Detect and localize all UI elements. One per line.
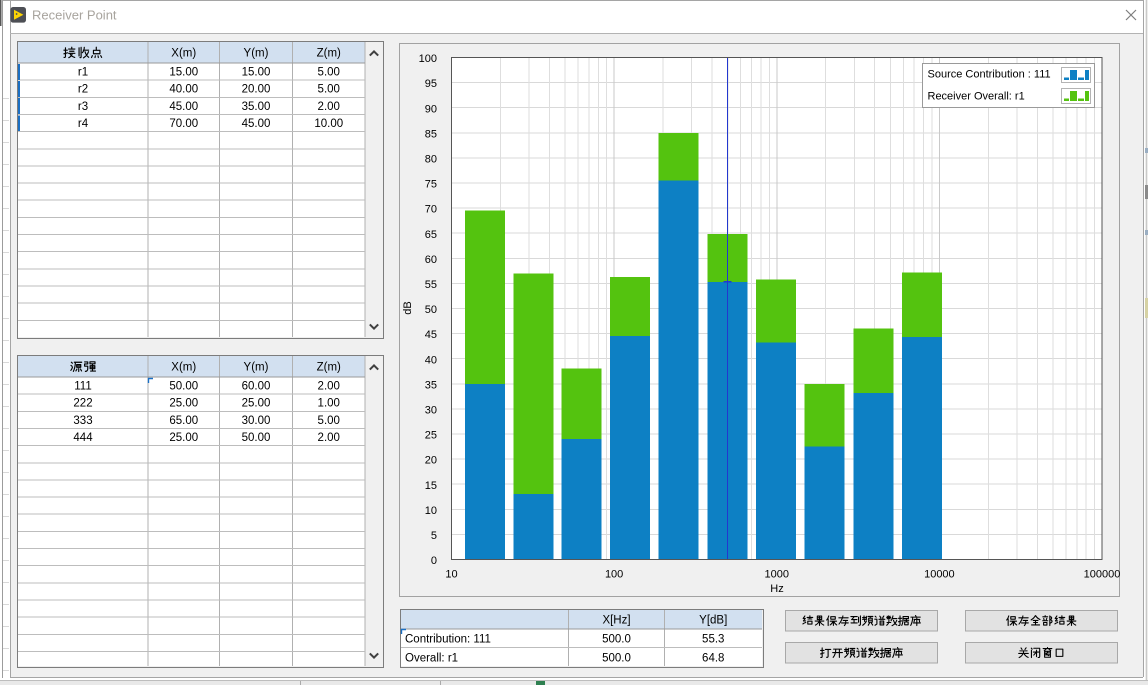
svg-text:r1: r1: [78, 67, 88, 79]
svg-text:Receiver Point: Receiver Point: [32, 8, 117, 23]
svg-text:30: 30: [425, 405, 437, 417]
svg-text:Hz: Hz: [770, 583, 783, 595]
svg-text:60: 60: [425, 254, 437, 266]
svg-text:65.00: 65.00: [169, 415, 198, 427]
svg-text:45.00: 45.00: [169, 101, 198, 113]
svg-text:5: 5: [431, 530, 437, 542]
svg-text:r4: r4: [78, 118, 89, 130]
svg-text:25.00: 25.00: [169, 432, 198, 444]
svg-text:333: 333: [73, 415, 92, 427]
svg-text:444: 444: [73, 432, 93, 444]
svg-text:1000: 1000: [765, 569, 789, 581]
svg-text:1.00: 1.00: [318, 398, 340, 410]
svg-text:15.00: 15.00: [242, 67, 271, 79]
svg-text:55.3: 55.3: [702, 634, 724, 646]
svg-text:25.00: 25.00: [169, 398, 198, 410]
svg-text:Receiver Overall: r1: Receiver Overall: r1: [928, 91, 1025, 103]
svg-text:r3: r3: [78, 101, 88, 113]
svg-text:2.00: 2.00: [318, 381, 340, 393]
svg-text:85: 85: [425, 128, 437, 140]
svg-text:Y(m): Y(m): [244, 362, 269, 374]
svg-text:5.00: 5.00: [318, 84, 340, 96]
svg-text:10000: 10000: [924, 569, 955, 581]
svg-text:100: 100: [419, 53, 437, 65]
svg-text:60.00: 60.00: [242, 381, 271, 393]
svg-text:15.00: 15.00: [169, 67, 198, 79]
svg-text:5.00: 5.00: [318, 415, 340, 427]
svg-text:Overall: r1: Overall: r1: [405, 652, 458, 664]
svg-text:100000: 100000: [1084, 569, 1121, 581]
svg-text:45: 45: [425, 329, 437, 341]
svg-text:5.00: 5.00: [318, 67, 340, 79]
svg-text:40.00: 40.00: [169, 84, 198, 96]
svg-text:2.00: 2.00: [318, 101, 340, 113]
svg-text:40: 40: [425, 354, 437, 366]
svg-text:r2: r2: [78, 84, 88, 96]
svg-text:Y[dB]: Y[dB]: [699, 615, 727, 627]
svg-text:30.00: 30.00: [242, 415, 271, 427]
svg-text:25: 25: [425, 430, 437, 442]
svg-text:45.00: 45.00: [242, 118, 271, 130]
svg-text:64.8: 64.8: [702, 652, 724, 664]
svg-text:75: 75: [425, 179, 437, 191]
svg-text:Source Contribution : 111: Source Contribution : 111: [928, 69, 1051, 81]
svg-text:Contribution: 111: Contribution: 111: [405, 634, 491, 646]
svg-text:X(m): X(m): [171, 48, 196, 60]
svg-text:50.00: 50.00: [242, 432, 271, 444]
svg-text:X(m): X(m): [171, 362, 196, 374]
svg-text:Z(m): Z(m): [317, 362, 341, 374]
svg-text:70: 70: [425, 204, 437, 216]
svg-text:20.00: 20.00: [242, 84, 271, 96]
svg-text:35: 35: [425, 379, 437, 391]
svg-text:35.00: 35.00: [242, 101, 271, 113]
svg-text:70.00: 70.00: [169, 118, 198, 130]
svg-text:Y(m): Y(m): [244, 48, 269, 60]
svg-text:Z(m): Z(m): [317, 48, 341, 60]
svg-text:65: 65: [425, 229, 437, 241]
svg-text:111: 111: [74, 381, 91, 393]
svg-text:100: 100: [605, 569, 623, 581]
svg-text:95: 95: [425, 78, 437, 90]
svg-text:90: 90: [425, 103, 437, 115]
svg-text:50.00: 50.00: [169, 381, 198, 393]
svg-text:2.00: 2.00: [318, 432, 340, 444]
svg-text:20: 20: [425, 455, 437, 467]
svg-text:222: 222: [73, 398, 92, 410]
svg-text:X[Hz]: X[Hz]: [602, 615, 630, 627]
svg-text:0: 0: [431, 555, 437, 567]
svg-text:10: 10: [445, 569, 457, 581]
svg-text:10: 10: [425, 505, 437, 517]
svg-text:25.00: 25.00: [242, 398, 271, 410]
svg-text:55: 55: [425, 279, 437, 291]
svg-text:15: 15: [425, 480, 437, 492]
svg-text:dB: dB: [402, 301, 414, 314]
svg-text:10.00: 10.00: [314, 118, 343, 130]
svg-text:500.0: 500.0: [602, 652, 631, 664]
svg-text:500.0: 500.0: [602, 634, 631, 646]
svg-text:50: 50: [425, 304, 437, 316]
svg-text:80: 80: [425, 154, 437, 166]
